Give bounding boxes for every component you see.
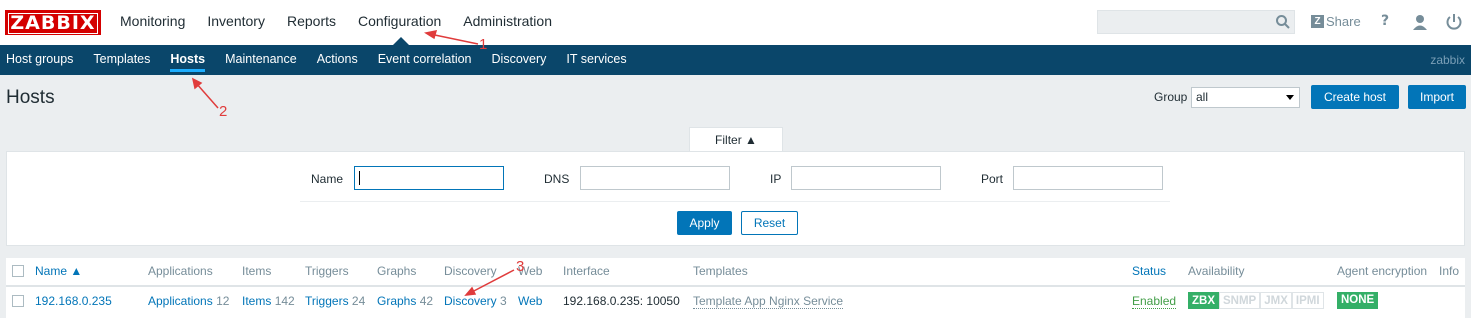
- items-link[interactable]: Items: [242, 294, 271, 308]
- graphs-link[interactable]: Graphs: [377, 294, 416, 308]
- interface-cell: 192.168.0.235: 10050: [563, 294, 680, 308]
- menu-configuration[interactable]: Configuration: [358, 13, 441, 29]
- header-divider: [6, 285, 1465, 287]
- column-agent-encryption: Agent encryption: [1337, 264, 1428, 278]
- dropdown-arrow-icon: [1286, 95, 1294, 100]
- dns-input[interactable]: [580, 166, 730, 190]
- status-toggle[interactable]: Enabled: [1132, 294, 1177, 309]
- create-host-button[interactable]: Create host: [1311, 85, 1399, 109]
- triggers-cell: Triggers 24: [305, 294, 365, 308]
- submenu-host-groups[interactable]: Host groups: [6, 52, 73, 72]
- main-menu: Monitoring Inventory Reports Configurati…: [120, 13, 574, 29]
- active-menu-caret: [393, 37, 409, 45]
- applications-cell: Applications 12: [148, 294, 229, 308]
- column-info: Info: [1439, 264, 1460, 278]
- submenu-event-correlation[interactable]: Event correlation: [378, 52, 472, 72]
- ip-label: IP: [770, 172, 782, 186]
- submenu-it-services[interactable]: IT services: [566, 52, 626, 72]
- share-link[interactable]: Z Share: [1311, 14, 1361, 29]
- column-status[interactable]: Status: [1132, 264, 1166, 278]
- filter-divider: [300, 201, 1170, 202]
- submenu-maintenance[interactable]: Maintenance: [225, 52, 297, 72]
- graphs-count: 42: [419, 294, 434, 308]
- dns-label: DNS: [544, 172, 570, 186]
- column-name[interactable]: Name ▲: [35, 264, 82, 278]
- menu-administration[interactable]: Administration: [463, 13, 552, 29]
- host-name-text[interactable]: 192.168.0.235: [35, 294, 112, 308]
- annotation-1: 1: [479, 36, 488, 53]
- template-link[interactable]: Template App Nginx Service: [693, 294, 844, 309]
- hosts-table: Name ▲ Applications Items Triggers Graph…: [6, 258, 1465, 318]
- column-triggers: Triggers: [305, 264, 349, 278]
- reset-button[interactable]: Reset: [741, 211, 798, 235]
- triggers-link[interactable]: Triggers: [305, 294, 349, 308]
- items-count: 142: [274, 294, 295, 308]
- page-title: Hosts: [6, 87, 55, 108]
- web-cell: Web: [518, 294, 542, 308]
- ipmi-badge: IPMI: [1291, 292, 1324, 309]
- import-button[interactable]: Import: [1408, 85, 1466, 109]
- user-profile-icon[interactable]: [1411, 13, 1429, 31]
- select-all-checkbox[interactable]: [12, 265, 24, 277]
- filter-tab[interactable]: Filter ▲: [689, 127, 783, 152]
- templates-cell: Template App Nginx Service: [693, 294, 844, 309]
- availability-badges: ZBX SNMP JMX IPMI: [1188, 292, 1324, 309]
- discovery-cell: Discovery 3: [444, 294, 507, 308]
- zabbix-logo[interactable]: ZABBIX: [5, 10, 101, 35]
- host-name-link[interactable]: 192.168.0.235: [35, 294, 112, 308]
- text-cursor: [359, 171, 360, 185]
- submenu-templates[interactable]: Templates: [93, 52, 150, 72]
- menu-inventory[interactable]: Inventory: [207, 13, 265, 29]
- discovery-count: 3: [500, 294, 507, 308]
- snmp-badge: SNMP: [1219, 292, 1261, 309]
- apply-button[interactable]: Apply: [677, 211, 732, 235]
- port-label: Port: [981, 172, 1004, 186]
- username-label: zabbix: [1430, 53, 1465, 67]
- menu-reports[interactable]: Reports: [287, 13, 336, 29]
- web-link[interactable]: Web: [518, 294, 542, 308]
- discovery-link[interactable]: Discovery: [444, 294, 497, 308]
- menu-monitoring[interactable]: Monitoring: [120, 13, 185, 29]
- submenu-discovery[interactable]: Discovery: [492, 52, 547, 72]
- status-cell: Enabled: [1132, 294, 1177, 309]
- graphs-cell: Graphs 42: [377, 294, 433, 308]
- share-label: Share: [1326, 14, 1361, 29]
- annotation-2: 2: [219, 103, 228, 120]
- port-input[interactable]: [1013, 166, 1163, 190]
- group-select-value: all: [1196, 90, 1209, 104]
- encryption-badge: NONE: [1337, 292, 1379, 309]
- column-graphs: Graphs: [377, 264, 417, 278]
- filter-panel: Name DNS IP Port Apply Reset: [6, 151, 1465, 246]
- submenu-hosts[interactable]: Hosts: [170, 52, 206, 72]
- items-cell: Items 142: [242, 294, 295, 308]
- annotation-3: 3: [516, 258, 525, 275]
- triggers-count: 24: [351, 294, 366, 308]
- ip-input[interactable]: [791, 166, 941, 190]
- sub-menu: Host groups Templates Hosts Maintenance …: [0, 45, 1471, 75]
- row-checkbox[interactable]: [12, 295, 24, 307]
- applications-link[interactable]: Applications: [148, 294, 213, 308]
- name-input[interactable]: [354, 166, 504, 190]
- submenu-actions[interactable]: Actions: [317, 52, 358, 72]
- name-label: Name: [311, 172, 344, 186]
- group-label: Group: [1154, 90, 1188, 104]
- applications-count: 12: [216, 294, 230, 308]
- zbx-badge: ZBX: [1188, 292, 1219, 309]
- column-interface: Interface: [563, 264, 610, 278]
- column-items: Items: [242, 264, 272, 278]
- column-templates: Templates: [693, 264, 748, 278]
- column-availability: Availability: [1188, 264, 1245, 278]
- sign-out-icon[interactable]: [1445, 13, 1463, 31]
- column-discovery: Discovery: [444, 264, 497, 278]
- jmx-badge: JMX: [1260, 292, 1292, 309]
- share-icon: Z: [1311, 15, 1324, 28]
- search-icon[interactable]: [1275, 14, 1291, 30]
- group-select[interactable]: all: [1191, 87, 1300, 108]
- top-bar: ZABBIX Monitoring Inventory Reports Conf…: [0, 0, 1471, 45]
- column-applications: Applications: [148, 264, 213, 278]
- help-icon[interactable]: ?: [1381, 13, 1399, 31]
- search-input[interactable]: [1097, 10, 1295, 34]
